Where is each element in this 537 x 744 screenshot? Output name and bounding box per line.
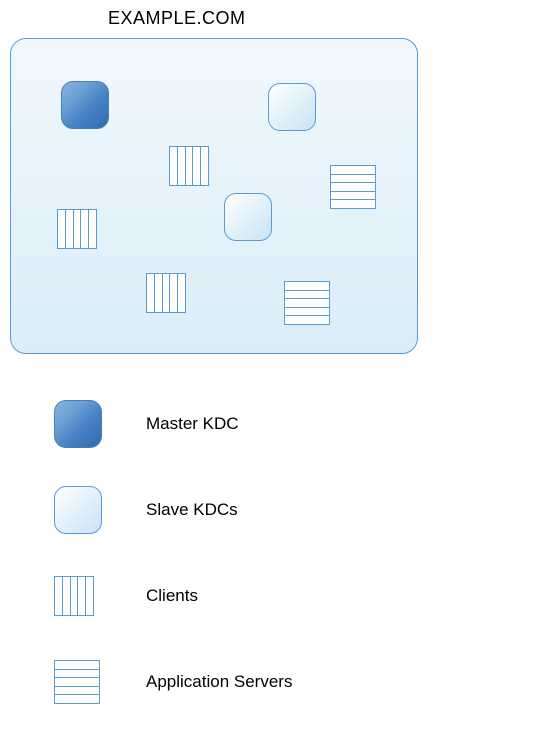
master-kdc-icon	[54, 400, 110, 448]
legend-label: Slave KDCs	[146, 500, 238, 520]
legend-label: Application Servers	[146, 672, 292, 692]
legend-item-slave-kdcs: Slave KDCs	[54, 486, 454, 534]
appserver-node	[330, 165, 376, 209]
client-node	[169, 146, 209, 186]
slave-kdc-node	[224, 193, 272, 241]
client-node	[146, 273, 186, 313]
legend: Master KDC Slave KDCs Clients Applicatio…	[54, 400, 454, 744]
legend-label: Master KDC	[146, 414, 239, 434]
legend-item-appservers: Application Servers	[54, 658, 454, 706]
legend-item-master-kdc: Master KDC	[54, 400, 454, 448]
slave-kdc-node	[268, 83, 316, 131]
client-icon	[54, 572, 110, 620]
slave-kdc-icon	[54, 486, 110, 534]
realm-container	[10, 38, 418, 354]
legend-label: Clients	[146, 586, 198, 606]
client-node	[57, 209, 97, 249]
appserver-icon	[54, 658, 110, 706]
master-kdc-node	[61, 81, 109, 129]
diagram-title: EXAMPLE.COM	[108, 8, 246, 29]
legend-item-clients: Clients	[54, 572, 454, 620]
appserver-node	[284, 281, 330, 325]
